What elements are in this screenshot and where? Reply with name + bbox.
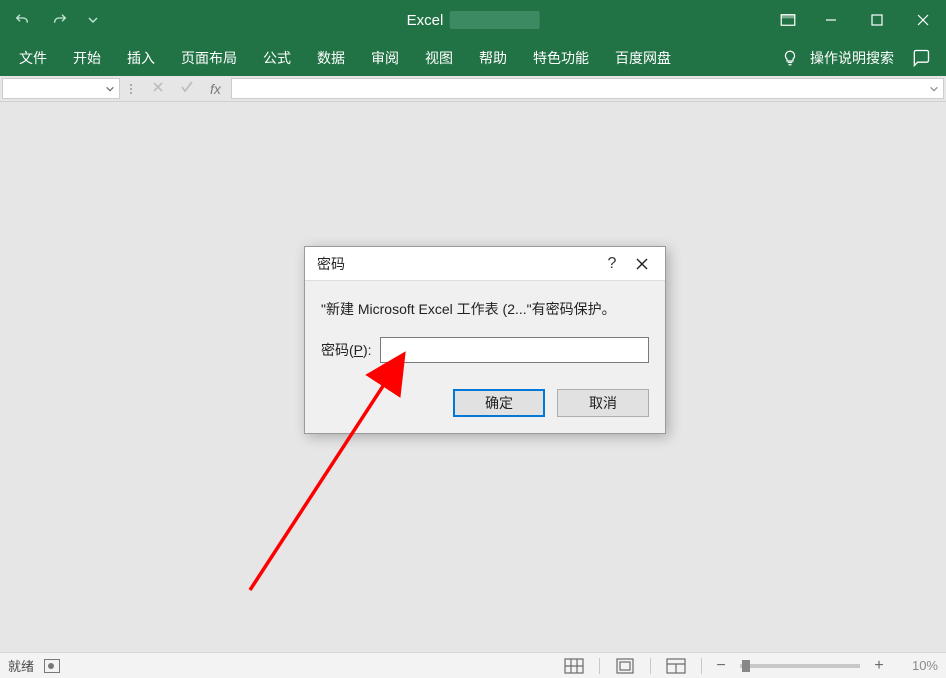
dialog-title: 密码 bbox=[317, 254, 597, 274]
ribbon-display-options-button[interactable] bbox=[768, 0, 808, 40]
tab-page-layout[interactable]: 页面布局 bbox=[168, 40, 250, 76]
status-divider bbox=[701, 658, 702, 674]
password-input[interactable] bbox=[380, 337, 649, 363]
ok-button[interactable]: 确定 bbox=[453, 389, 545, 417]
macro-record-icon[interactable] bbox=[44, 659, 60, 673]
name-box[interactable] bbox=[2, 78, 120, 99]
tab-home[interactable]: 开始 bbox=[60, 40, 114, 76]
formula-bar: fx bbox=[0, 76, 946, 102]
minimize-button[interactable] bbox=[808, 0, 854, 40]
formula-bar-buttons: fx bbox=[142, 76, 231, 101]
cancel-formula-icon[interactable] bbox=[152, 80, 164, 98]
title-bar: Excel bbox=[0, 0, 946, 40]
zoom-slider[interactable] bbox=[740, 664, 860, 668]
status-ready: 就绪 bbox=[8, 656, 34, 675]
view-page-break-button[interactable] bbox=[663, 656, 689, 676]
tab-view[interactable]: 视图 bbox=[412, 40, 466, 76]
status-left: 就绪 bbox=[8, 656, 60, 675]
tab-formulas[interactable]: 公式 bbox=[250, 40, 304, 76]
password-label: 密码(P): bbox=[321, 340, 372, 360]
tab-insert[interactable]: 插入 bbox=[114, 40, 168, 76]
redo-button[interactable] bbox=[46, 6, 74, 34]
dialog-close-button[interactable] bbox=[627, 258, 657, 270]
dialog-buttons: 确定 取消 bbox=[305, 389, 665, 433]
zoom-slider-thumb[interactable] bbox=[742, 660, 750, 672]
tell-me-search[interactable]: 操作说明搜索 bbox=[810, 40, 900, 76]
tab-review[interactable]: 审阅 bbox=[358, 40, 412, 76]
insert-function-button[interactable]: fx bbox=[210, 81, 221, 97]
maximize-button[interactable] bbox=[854, 0, 900, 40]
cancel-button[interactable]: 取消 bbox=[557, 389, 649, 417]
comments-button[interactable] bbox=[910, 47, 932, 69]
window-controls bbox=[768, 0, 946, 40]
lightbulb-icon bbox=[780, 48, 800, 68]
dialog-body: "新建 Microsoft Excel 工作表 (2..."有密码保护。 密码(… bbox=[305, 281, 665, 389]
formula-bar-separator bbox=[120, 76, 142, 101]
ribbon-tabs-left: 文件 开始 插入 页面布局 公式 数据 审阅 视图 帮助 特色功能 百度网盘 bbox=[6, 40, 684, 76]
dialog-title-bar[interactable]: 密码 ? bbox=[305, 247, 665, 281]
close-button[interactable] bbox=[900, 0, 946, 40]
quick-access-toolbar bbox=[0, 0, 102, 40]
view-page-layout-button[interactable] bbox=[612, 656, 638, 676]
dialog-message: "新建 Microsoft Excel 工作表 (2..."有密码保护。 bbox=[321, 299, 649, 319]
ribbon-tabs-right: 操作说明搜索 bbox=[780, 40, 940, 76]
tab-baidu-netdisk[interactable]: 百度网盘 bbox=[602, 40, 684, 76]
title-blurred-filename bbox=[449, 11, 539, 29]
status-divider bbox=[650, 658, 651, 674]
zoom-level[interactable]: 10% bbox=[898, 658, 938, 673]
tab-special-features[interactable]: 特色功能 bbox=[520, 40, 602, 76]
status-right: − + 10% bbox=[561, 656, 938, 676]
app-title: Excel bbox=[407, 11, 540, 29]
tab-help[interactable]: 帮助 bbox=[466, 40, 520, 76]
enter-formula-icon[interactable] bbox=[180, 80, 194, 98]
status-divider bbox=[599, 658, 600, 674]
password-dialog: 密码 ? "新建 Microsoft Excel 工作表 (2..."有密码保护… bbox=[304, 246, 666, 434]
formula-input[interactable] bbox=[231, 78, 944, 99]
tab-data[interactable]: 数据 bbox=[304, 40, 358, 76]
qat-customize-button[interactable] bbox=[84, 6, 102, 34]
view-normal-button[interactable] bbox=[561, 656, 587, 676]
tab-file[interactable]: 文件 bbox=[6, 40, 60, 76]
zoom-out-button[interactable]: − bbox=[714, 659, 728, 673]
app-title-text: Excel bbox=[407, 12, 444, 29]
status-bar: 就绪 − + 10% bbox=[0, 652, 946, 678]
password-row: 密码(P): bbox=[321, 337, 649, 363]
ribbon-tabs: 文件 开始 插入 页面布局 公式 数据 审阅 视图 帮助 特色功能 百度网盘 操… bbox=[0, 40, 946, 76]
dialog-help-button[interactable]: ? bbox=[597, 255, 627, 273]
zoom-in-button[interactable]: + bbox=[872, 659, 886, 673]
undo-button[interactable] bbox=[8, 6, 36, 34]
